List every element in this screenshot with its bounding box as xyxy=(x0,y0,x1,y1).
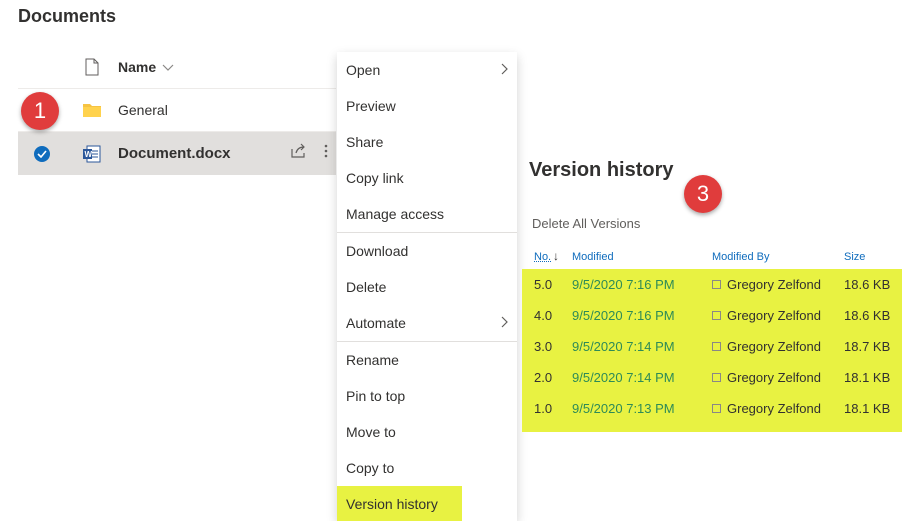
version-row[interactable]: 2.0 9/5/2020 7:14 PM Gregory Zelfond 18.… xyxy=(522,362,902,393)
menu-item-copy-link[interactable]: Copy link xyxy=(337,160,517,196)
version-history-title: Version history xyxy=(529,159,674,181)
version-row[interactable]: 3.0 9/5/2020 7:14 PM Gregory Zelfond 18.… xyxy=(522,331,902,362)
version-link[interactable]: 9/5/2020 7:16 PM xyxy=(572,277,675,292)
version-row[interactable]: 5.0 9/5/2020 7:16 PM Gregory Zelfond 18.… xyxy=(522,269,902,300)
version-row[interactable]: 4.0 9/5/2020 7:16 PM Gregory Zelfond 18.… xyxy=(522,300,902,331)
context-menu: Open Preview Share Copy link Manage acce… xyxy=(337,52,517,521)
column-size[interactable]: Size xyxy=(844,251,865,263)
callout-1: 1 xyxy=(21,92,59,130)
version-history-table: 5.0 9/5/2020 7:16 PM Gregory Zelfond 18.… xyxy=(522,269,902,432)
user-checkbox-icon xyxy=(712,342,721,351)
file-type-header-icon[interactable] xyxy=(66,58,118,76)
menu-item-version-history[interactable]: Version history xyxy=(337,486,462,521)
chevron-right-icon xyxy=(501,315,509,331)
chevron-right-icon xyxy=(501,62,509,78)
more-options-icon[interactable] xyxy=(324,143,328,164)
folder-icon xyxy=(66,102,118,118)
sort-arrow-icon: ↓ xyxy=(553,249,559,263)
file-row-document[interactable]: W Document.docx xyxy=(18,132,336,175)
row-checkbox[interactable] xyxy=(18,145,66,162)
user-checkbox-icon xyxy=(712,404,721,413)
menu-item-open[interactable]: Open xyxy=(337,52,517,88)
menu-item-copy-to[interactable]: Copy to xyxy=(337,450,517,486)
checkmark-icon xyxy=(34,145,50,162)
menu-item-rename[interactable]: Rename xyxy=(337,342,517,378)
page-title: Documents xyxy=(18,6,117,26)
version-history-header: No. ↓ Modified Modified By Size xyxy=(522,249,902,269)
menu-item-pin-to-top[interactable]: Pin to top xyxy=(337,378,517,414)
column-modified[interactable]: Modified xyxy=(572,251,614,263)
version-link[interactable]: 9/5/2020 7:16 PM xyxy=(572,308,675,323)
file-row-general[interactable]: General xyxy=(18,89,336,132)
name-column-label: Name xyxy=(118,59,157,75)
file-list: Name General W Document.docx xyxy=(18,46,336,175)
menu-item-manage-access[interactable]: Manage access xyxy=(337,196,517,232)
menu-item-preview[interactable]: Preview xyxy=(337,88,517,124)
menu-item-download[interactable]: Download xyxy=(337,233,517,269)
menu-item-share[interactable]: Share xyxy=(337,124,517,160)
version-link[interactable]: 9/5/2020 7:14 PM xyxy=(572,339,675,354)
menu-item-automate[interactable]: Automate xyxy=(337,305,517,341)
share-icon[interactable] xyxy=(290,143,306,164)
column-no[interactable]: No. xyxy=(534,251,551,263)
chevron-down-icon xyxy=(162,59,174,75)
menu-item-move-to[interactable]: Move to xyxy=(337,414,517,450)
user-checkbox-icon xyxy=(712,311,721,320)
version-link[interactable]: 9/5/2020 7:14 PM xyxy=(572,370,675,385)
name-column-header[interactable]: Name xyxy=(118,59,336,75)
file-name[interactable]: General xyxy=(118,102,336,118)
user-checkbox-icon xyxy=(712,373,721,382)
menu-item-delete[interactable]: Delete xyxy=(337,269,517,305)
column-modified-by[interactable]: Modified By xyxy=(712,251,769,263)
file-list-header: Name xyxy=(18,46,336,89)
word-doc-icon: W xyxy=(66,145,118,163)
delete-all-versions-button[interactable]: Delete All Versions xyxy=(532,216,640,231)
version-link[interactable]: 9/5/2020 7:13 PM xyxy=(572,401,675,416)
callout-3: 3 xyxy=(684,175,722,213)
svg-text:W: W xyxy=(85,150,93,159)
user-checkbox-icon xyxy=(712,280,721,289)
version-row[interactable]: 1.0 9/5/2020 7:13 PM Gregory Zelfond 18.… xyxy=(522,393,902,424)
